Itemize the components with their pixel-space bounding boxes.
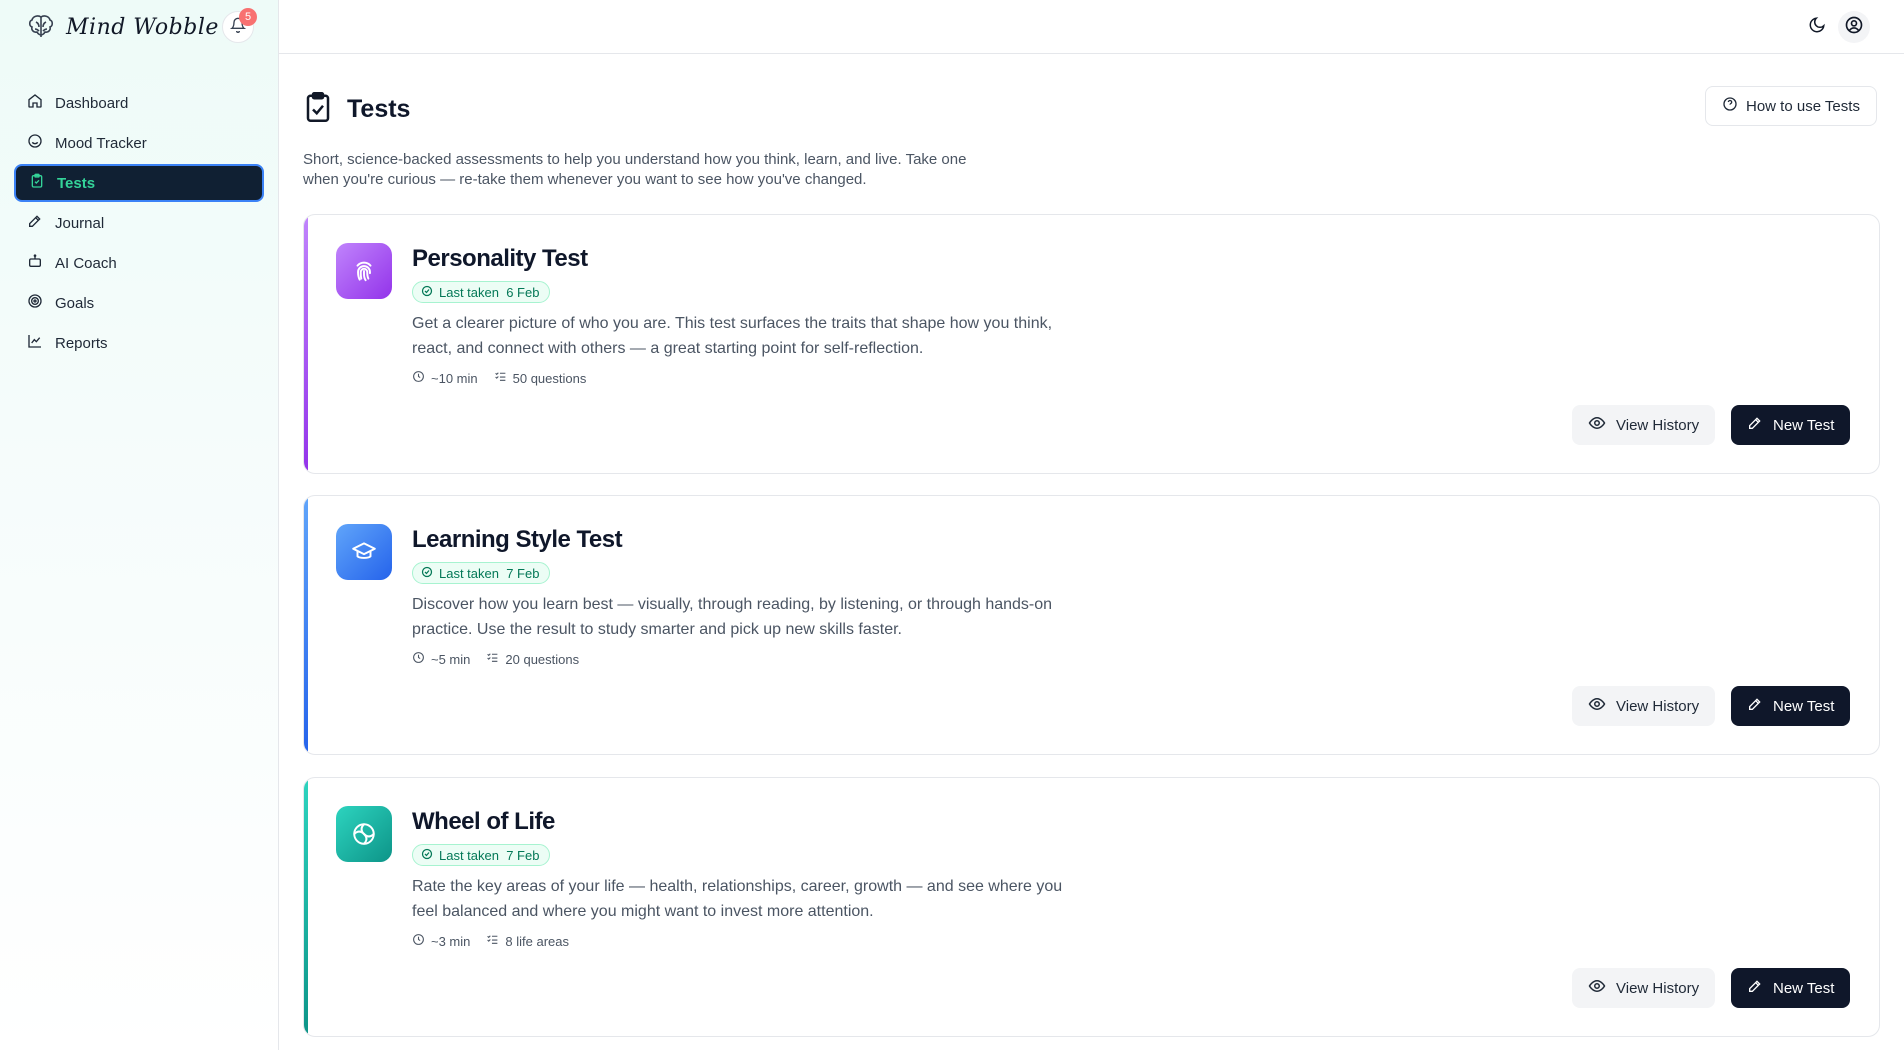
user-menu-button[interactable] bbox=[1838, 11, 1870, 43]
wheel-icon bbox=[336, 806, 392, 862]
sidebar-item-label: Reports bbox=[55, 334, 108, 352]
notifications-button[interactable]: 5 bbox=[222, 8, 257, 43]
test-description: Get a clearer picture of who you are. Th… bbox=[412, 315, 1053, 357]
last-taken-badge: Last taken 7 Feb bbox=[412, 562, 551, 584]
test-duration: ~10 min bbox=[431, 370, 478, 386]
new-test-button[interactable]: New Test bbox=[1731, 686, 1851, 726]
test-description: Discover how you learn best — visually, … bbox=[412, 596, 1053, 638]
eye-icon bbox=[1588, 695, 1606, 717]
sidebar-item-dashboard[interactable]: Dashboard bbox=[14, 84, 264, 122]
check-circle-icon bbox=[421, 848, 433, 863]
test-card-learning-style: Learning Style Test Last taken 7 Feb Dis… bbox=[303, 495, 1880, 755]
clock-icon bbox=[412, 370, 425, 386]
test-question-count: 50 questions bbox=[512, 370, 587, 386]
sidebar-item-tests[interactable]: Tests bbox=[14, 164, 264, 202]
help-circle-icon bbox=[1722, 96, 1738, 116]
pencil-icon bbox=[27, 213, 43, 233]
clipboard-check-icon bbox=[303, 90, 333, 129]
list-check-icon bbox=[494, 370, 507, 386]
new-test-button[interactable]: New Test bbox=[1731, 968, 1851, 1008]
test-duration: ~5 min bbox=[431, 651, 471, 667]
view-history-label: View History bbox=[1616, 416, 1700, 434]
smile-icon bbox=[27, 133, 43, 153]
target-icon bbox=[27, 293, 43, 313]
test-description: Rate the key areas of your life — health… bbox=[412, 878, 1063, 920]
card-accent-stripe bbox=[304, 496, 308, 754]
last-taken-text: Last taken 7 Feb bbox=[439, 847, 540, 863]
brand[interactable]: Mind Wobble bbox=[26, 10, 219, 44]
page-title: Tests bbox=[347, 95, 411, 123]
new-test-label: New Test bbox=[1773, 697, 1835, 715]
last-taken-badge: Last taken 7 Feb bbox=[412, 844, 551, 866]
clock-icon bbox=[412, 651, 425, 667]
sidebar-item-ai-coach[interactable]: AI Coach bbox=[14, 244, 264, 282]
eye-icon bbox=[1588, 414, 1606, 436]
new-test-label: New Test bbox=[1773, 416, 1835, 434]
sidebar-nav: Dashboard Mood Tracker Tests Journal AI … bbox=[14, 84, 264, 364]
pencil-icon bbox=[1747, 415, 1763, 435]
graduation-cap-icon bbox=[336, 524, 392, 580]
sidebar: Mind Wobble 5 Dashboard Mood Tracker Tes… bbox=[0, 0, 279, 1050]
test-title: Learning Style Test bbox=[412, 526, 623, 553]
check-circle-icon bbox=[421, 285, 433, 300]
view-history-label: View History bbox=[1616, 979, 1700, 997]
card-accent-stripe bbox=[304, 778, 308, 1036]
last-taken-text: Last taken 6 Feb bbox=[439, 284, 540, 300]
moon-icon bbox=[1808, 16, 1826, 39]
brain-logo-icon bbox=[26, 12, 56, 42]
sidebar-item-label: Mood Tracker bbox=[55, 134, 147, 152]
sidebar-item-label: Journal bbox=[55, 214, 105, 232]
view-history-button[interactable]: View History bbox=[1572, 686, 1716, 726]
view-history-label: View History bbox=[1616, 697, 1700, 715]
eye-icon bbox=[1588, 977, 1606, 999]
new-test-label: New Test bbox=[1773, 979, 1835, 997]
clipboard-check-icon bbox=[29, 173, 45, 193]
test-card-personality: Personality Test Last taken 6 Feb Get a … bbox=[303, 214, 1880, 474]
sidebar-item-mood-tracker[interactable]: Mood Tracker bbox=[14, 124, 264, 162]
list-check-icon bbox=[486, 933, 499, 949]
sidebar-item-reports[interactable]: Reports bbox=[14, 324, 264, 362]
page-intro: Short, science-backed assessments to hel… bbox=[303, 151, 967, 188]
sidebar-item-label: Goals bbox=[55, 294, 95, 312]
test-card-wheel-of-life: Wheel of Life Last taken 7 Feb Rate the … bbox=[303, 777, 1880, 1037]
home-icon bbox=[27, 93, 43, 113]
notification-count-badge: 5 bbox=[239, 8, 257, 26]
test-area-count: 8 life areas bbox=[505, 933, 569, 949]
sidebar-item-goals[interactable]: Goals bbox=[14, 284, 264, 322]
user-circle-icon bbox=[1844, 15, 1864, 40]
view-history-button[interactable]: View History bbox=[1572, 405, 1716, 445]
sidebar-item-label: Dashboard bbox=[55, 94, 129, 112]
card-accent-stripe bbox=[304, 215, 308, 473]
list-check-icon bbox=[486, 651, 499, 667]
how-to-use-button[interactable]: How to use Tests bbox=[1705, 86, 1877, 126]
robot-icon bbox=[27, 253, 43, 273]
clock-icon bbox=[412, 933, 425, 949]
how-to-use-label: How to use Tests bbox=[1746, 97, 1860, 115]
pencil-icon bbox=[1747, 696, 1763, 716]
chart-icon bbox=[27, 333, 43, 353]
sidebar-item-journal[interactable]: Journal bbox=[14, 204, 264, 242]
test-question-count: 20 questions bbox=[505, 651, 580, 667]
test-title: Personality Test bbox=[412, 245, 588, 272]
page-header: Tests bbox=[303, 90, 410, 129]
test-duration: ~3 min bbox=[431, 933, 471, 949]
app-name: Mind Wobble bbox=[66, 14, 219, 40]
sidebar-item-label: Tests bbox=[57, 174, 96, 192]
test-meta: ~3 min 8 life areas bbox=[412, 933, 569, 949]
fingerprint-icon bbox=[336, 243, 392, 299]
test-meta: ~5 min 20 questions bbox=[412, 651, 579, 667]
new-test-button[interactable]: New Test bbox=[1731, 405, 1851, 445]
pencil-icon bbox=[1747, 978, 1763, 998]
check-circle-icon bbox=[421, 566, 433, 581]
test-meta: ~10 min 50 questions bbox=[412, 370, 586, 386]
top-bar bbox=[279, 0, 1904, 54]
theme-toggle-button[interactable] bbox=[1801, 11, 1833, 43]
last-taken-badge: Last taken 6 Feb bbox=[412, 281, 551, 303]
sidebar-item-label: AI Coach bbox=[55, 254, 117, 272]
view-history-button[interactable]: View History bbox=[1572, 968, 1716, 1008]
last-taken-text: Last taken 7 Feb bbox=[439, 565, 540, 581]
test-title: Wheel of Life bbox=[412, 808, 555, 835]
